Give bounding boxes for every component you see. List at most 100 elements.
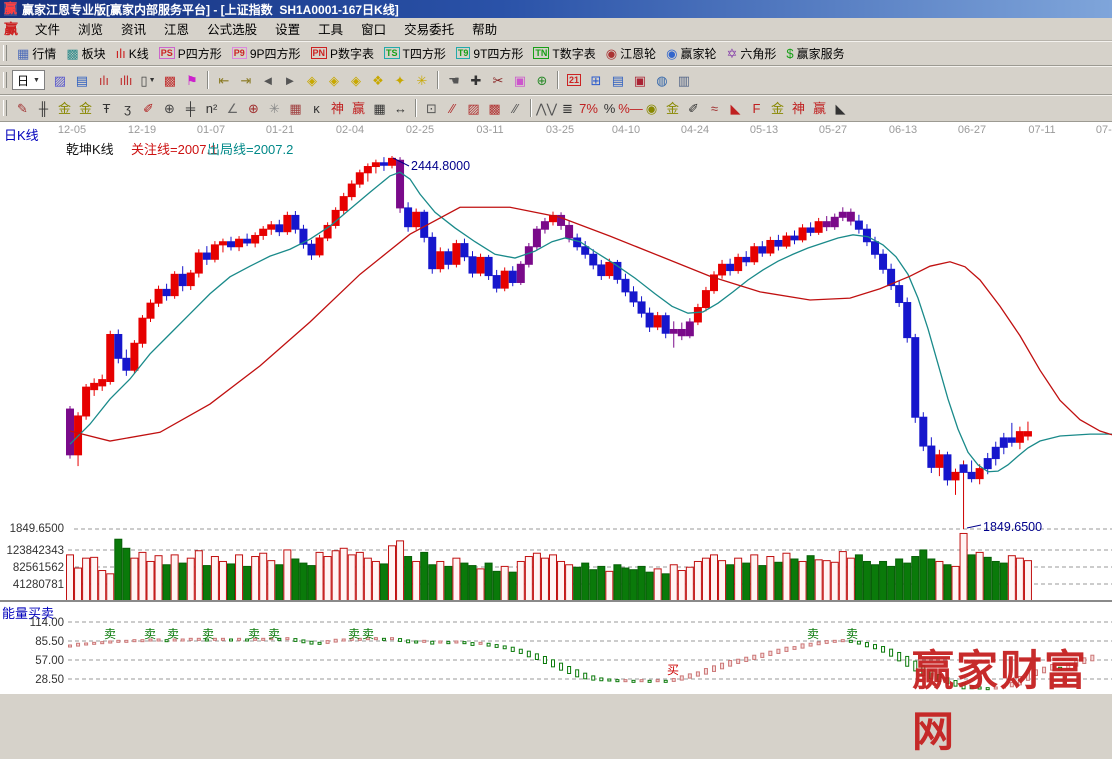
grid-lines-icon[interactable]: ╫ [33,98,54,118]
candle-body [701,290,710,309]
pattern-icon[interactable]: ▩ [159,69,181,91]
toolbar-button-p-number-table[interactable]: PN P数字表 [306,43,380,63]
red-brush-icon[interactable]: ✐ [138,98,159,118]
volume-bar [1015,557,1024,602]
toolbar-button-kline[interactable]: ılı K线 [111,43,154,63]
menu-item-browse[interactable]: 浏览 [69,23,112,37]
target-icon[interactable]: ⊕ [531,69,553,91]
toolbar-button-quotes[interactable]: ▦ 行情 [12,43,61,63]
volume-bar [613,564,622,602]
n2-icon[interactable]: n² [201,98,222,118]
diamond-plus-icon[interactable]: ✳ [411,69,433,91]
star-wheel-icon[interactable]: ✳ [264,98,285,118]
hand-icon[interactable]: ☚ [443,69,465,91]
diamond-left-icon[interactable]: ◈ [301,69,323,91]
f-angle-icon[interactable]: F [746,98,767,118]
gold-circle-icon[interactable]: ◉ [641,98,662,118]
gold-grid2-icon[interactable]: 金 [75,98,96,118]
crosshair-icon[interactable]: ✚ [465,69,487,91]
diamond-h-icon[interactable]: ◈ [345,69,367,91]
bars-9-icon[interactable]: ıllı [115,69,137,91]
menu-item-tools[interactable]: 工具 [309,23,352,37]
gold2-angle-icon[interactable]: 金 [767,98,788,118]
stamp-icon[interactable]: ▣ [509,69,531,91]
line-grid-icon[interactable]: ╪ [180,98,201,118]
brush-icon[interactable]: ✎ [12,98,33,118]
notes-icon[interactable]: ▤ [607,69,629,91]
menu-item-trade[interactable]: 交易委托 [395,23,463,37]
ruler-icon[interactable]: ≣ [557,98,578,118]
color-flag-icon[interactable]: ⚑ [181,69,203,91]
k-mark-icon[interactable]: ĸ [306,98,327,118]
toolbar-button-sectors[interactable]: ▩ 板块 [61,43,110,63]
gann-fan-icon[interactable]: ∕∕ [442,98,463,118]
gann-circle-icon[interactable]: ⊕ [243,98,264,118]
toolbar-button-gann-wheel[interactable]: ◉ 江恩轮 [601,43,661,63]
four-angle-icon[interactable]: ◣ [830,98,851,118]
volume-bar [983,556,992,602]
menu-item-gann[interactable]: 江恩 [155,23,198,37]
cut-icon[interactable]: ✂ [487,69,509,91]
next-icon[interactable]: ► [279,69,301,91]
shen-grid-icon[interactable]: 神 [327,98,348,118]
main-chart[interactable]: 12-05 12-19 01-07 01-21 02-04 02-25 03-11 03-25… [0,122,1112,694]
image-export-icon[interactable]: ◍ [651,69,673,91]
f-grid-icon[interactable]: Ŧ [96,98,117,118]
shen-angle-icon[interactable]: 神 [788,98,809,118]
menu-item-settings[interactable]: 设置 [266,23,309,37]
toolbar-button-9t-square[interactable]: T9 9T四方形 [451,43,529,63]
window-icon[interactable]: ▨ [49,69,71,91]
angle-icon[interactable]: ∠ [222,98,243,118]
win-grid-icon[interactable]: 赢 [348,98,369,118]
speed-lines-icon[interactable]: ∕∕ [505,98,526,118]
toolbar-button-hexagon[interactable]: ✡ 六角形 [721,43,781,63]
menu-item-news[interactable]: 资讯 [112,23,155,37]
go-last-icon[interactable]: ⇥ [235,69,257,91]
percent7-icon[interactable]: 7% [578,98,599,118]
info-doc-icon[interactable]: ▤ [71,69,93,91]
bars-3-icon[interactable]: ılı [93,69,115,91]
h-arrows-icon[interactable]: ↔ [390,98,411,118]
percent-lines-icon[interactable]: %― [618,98,643,118]
bars-9-icon-glyph: ıllı [119,72,133,88]
fan-box-icon[interactable]: ▨ [463,98,484,118]
candle-body [605,261,614,277]
candle-style-icon[interactable]: ▯ ▼ [137,69,159,91]
gold-line-icon[interactable]: 金 [662,98,683,118]
toolbar-button-winner-service[interactable]: $ 赢家服务 [781,43,849,63]
zigzag-icon[interactable]: ⋀⋁ [536,98,557,118]
indicator-mark [438,640,443,644]
toolbar-button-9p-square[interactable]: P9 9P四方形 [227,43,306,63]
circle-grid-icon[interactable]: ⊕ [159,98,180,118]
calculator-icon[interactable]: ⊞ [585,69,607,91]
go-first-icon[interactable]: ⇤ [213,69,235,91]
dense-grid-icon[interactable]: ▦ [369,98,390,118]
toolbar-button-t-square[interactable]: TS T四方形 [379,43,451,63]
print-icon[interactable]: ▥ [673,69,695,91]
prev-icon[interactable]: ◄ [257,69,279,91]
spiral-icon[interactable]: ʒ [117,98,138,118]
win-angle-icon[interactable]: 赢 [809,98,830,118]
box-grid-icon[interactable]: ▦ [285,98,306,118]
diamond-right-icon[interactable]: ◈ [323,69,345,91]
menu-item-help[interactable]: 帮助 [463,23,506,37]
menu-item-file[interactable]: 文件 [26,23,69,37]
toolbar-button-winner-wheel[interactable]: ◉ 赢家轮 [661,43,721,63]
toolbar-button-t-number-table[interactable]: TN T数字表 [528,43,600,63]
box-tool-icon[interactable]: ⊡ [421,98,442,118]
toolbar-button-p-square[interactable]: PS P四方形 [154,43,227,63]
line-box-icon[interactable]: ▩ [484,98,505,118]
percent-icon[interactable]: % [599,98,620,118]
toolbar-button-label: 9P四方形 [249,46,301,61]
calendar-icon[interactable]: 21 [563,69,585,91]
gold-grid-icon[interactable]: 金 [54,98,75,118]
wave-icon[interactable]: ≈ [704,98,725,118]
pen-line-icon[interactable]: ✐ [683,98,704,118]
menu-item-formula-pick[interactable]: 公式选股 [198,23,266,37]
diamond-star-icon[interactable]: ❖ [367,69,389,91]
gold-angle-icon[interactable]: ◣ [725,98,746,118]
menu-item-window[interactable]: 窗口 [352,23,395,37]
save-icon[interactable]: ▣ [629,69,651,91]
diamond-cross-icon[interactable]: ✦ [389,69,411,91]
period-selector[interactable]: 日 ▼ [12,70,45,90]
